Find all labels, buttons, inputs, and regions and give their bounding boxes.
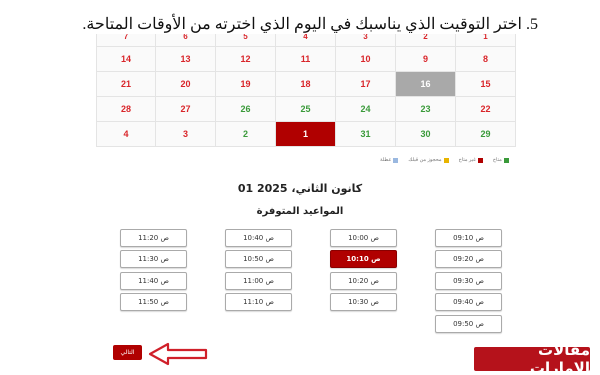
calendar-day: 7: [96, 34, 156, 47]
time-slot[interactable]: 10:30 ص: [330, 293, 397, 311]
selected-date: 01 كانون الثاني، 2025: [237, 182, 363, 195]
calendar-grid: 7 6 5 4 3 2 1 14 13 12 11 10 9 8 21 20 19 18 17 16 15 28 27 26 2…: [96, 34, 516, 147]
calendar-day: 6: [156, 34, 216, 47]
calendar-day: 11: [276, 47, 336, 72]
calendar-day: 18: [276, 72, 336, 97]
calendar-day[interactable]: 29: [456, 122, 516, 147]
calendar-day: 13: [156, 47, 216, 72]
time-slot[interactable]: 11:30 ص: [120, 250, 187, 268]
calendar-day[interactable]: 26: [216, 97, 276, 122]
calendar-day: 9: [396, 47, 456, 72]
calendar-day: 17: [336, 72, 396, 97]
calendar-day: 28: [96, 97, 156, 122]
legend-holiday: عطلة: [380, 157, 399, 163]
legend-unavailable-label: غير متاح: [458, 157, 476, 163]
legend-available-label: متاح: [492, 157, 502, 163]
legend-unavailable: غير متاح: [459, 157, 483, 163]
legend-unavailable-swatch: [477, 157, 483, 163]
legend-holiday-label: عطلة: [380, 157, 392, 163]
calendar-day-selected[interactable]: 1: [276, 122, 336, 147]
step-instruction: 5. اختر التوقيت الذي يناسبك في اليوم الذ…: [82, 16, 538, 33]
calendar-day: 27: [156, 97, 216, 122]
time-slot[interactable]: 11:00 ص: [225, 272, 292, 290]
calendar-day: 10: [336, 47, 396, 72]
calendar-day: 21: [96, 72, 156, 97]
calendar-day: 20: [156, 72, 216, 97]
calendar-day: 4: [96, 122, 156, 147]
calendar-day: 2: [396, 34, 456, 47]
calendar-day: 22: [456, 97, 516, 122]
legend-booked-label: محجوز من قبلك: [408, 157, 442, 163]
calendar-day: 4: [276, 34, 336, 47]
time-slot[interactable]: 11:50 ص: [120, 293, 187, 311]
time-slot[interactable]: 09:30 ص: [435, 272, 502, 290]
calendar-day[interactable]: 25: [276, 97, 336, 122]
calendar-day: 1: [456, 34, 516, 47]
time-slot[interactable]: 09:40 ص: [435, 293, 502, 311]
calendar-day[interactable]: 2: [216, 122, 276, 147]
next-button[interactable]: التالي: [113, 345, 142, 360]
legend-booked-swatch: [443, 157, 449, 163]
calendar-day[interactable]: 24: [336, 97, 396, 122]
calendar-day: 8: [456, 47, 516, 72]
time-slot[interactable]: 10:40 ص: [225, 229, 292, 247]
calendar-day: 12: [216, 47, 276, 72]
brand-logo: مقالات الإمارات: [474, 341, 590, 375]
calendar-day: 16: [396, 72, 456, 97]
legend-booked: محجوز من قبلك: [408, 157, 449, 163]
calendar-day[interactable]: 30: [396, 122, 456, 147]
calendar-day: 3: [156, 122, 216, 147]
arrow-left-icon: [148, 342, 208, 366]
time-slot[interactable]: 11:40 ص: [120, 272, 187, 290]
calendar-day: 3: [336, 34, 396, 47]
time-slot-selected[interactable]: 10:10 ص: [330, 250, 397, 268]
time-slot[interactable]: 11:10 ص: [225, 293, 292, 311]
time-slot[interactable]: 10:50 ص: [225, 250, 292, 268]
time-slot[interactable]: 10:20 ص: [330, 272, 397, 290]
calendar: 7 6 5 4 3 2 1 14 13 12 11 10 9 8 21 20 19 18 17 16 15 28 27 26 2…: [96, 34, 516, 156]
calendar-legend: متاح غير متاح محجوز من قبلك عطلة: [380, 157, 509, 163]
time-slot[interactable]: 10:00 ص: [330, 229, 397, 247]
legend-holiday-swatch: [393, 157, 399, 163]
calendar-day: 5: [216, 34, 276, 47]
legend-available-swatch: [503, 157, 509, 163]
calendar-day[interactable]: 23: [396, 97, 456, 122]
legend-available: متاح: [493, 157, 509, 163]
time-slot[interactable]: 09:50 ص: [435, 315, 502, 333]
calendar-day: 15: [456, 72, 516, 97]
calendar-day[interactable]: 31: [336, 122, 396, 147]
calendar-day: 14: [96, 47, 156, 72]
time-slot[interactable]: 09:20 ص: [435, 250, 502, 268]
time-slot[interactable]: 09:10 ص: [435, 229, 502, 247]
available-slots-heading: المواعيد المتوفرة: [256, 206, 344, 217]
calendar-day: 19: [216, 72, 276, 97]
time-slot[interactable]: 11:20 ص: [120, 229, 187, 247]
